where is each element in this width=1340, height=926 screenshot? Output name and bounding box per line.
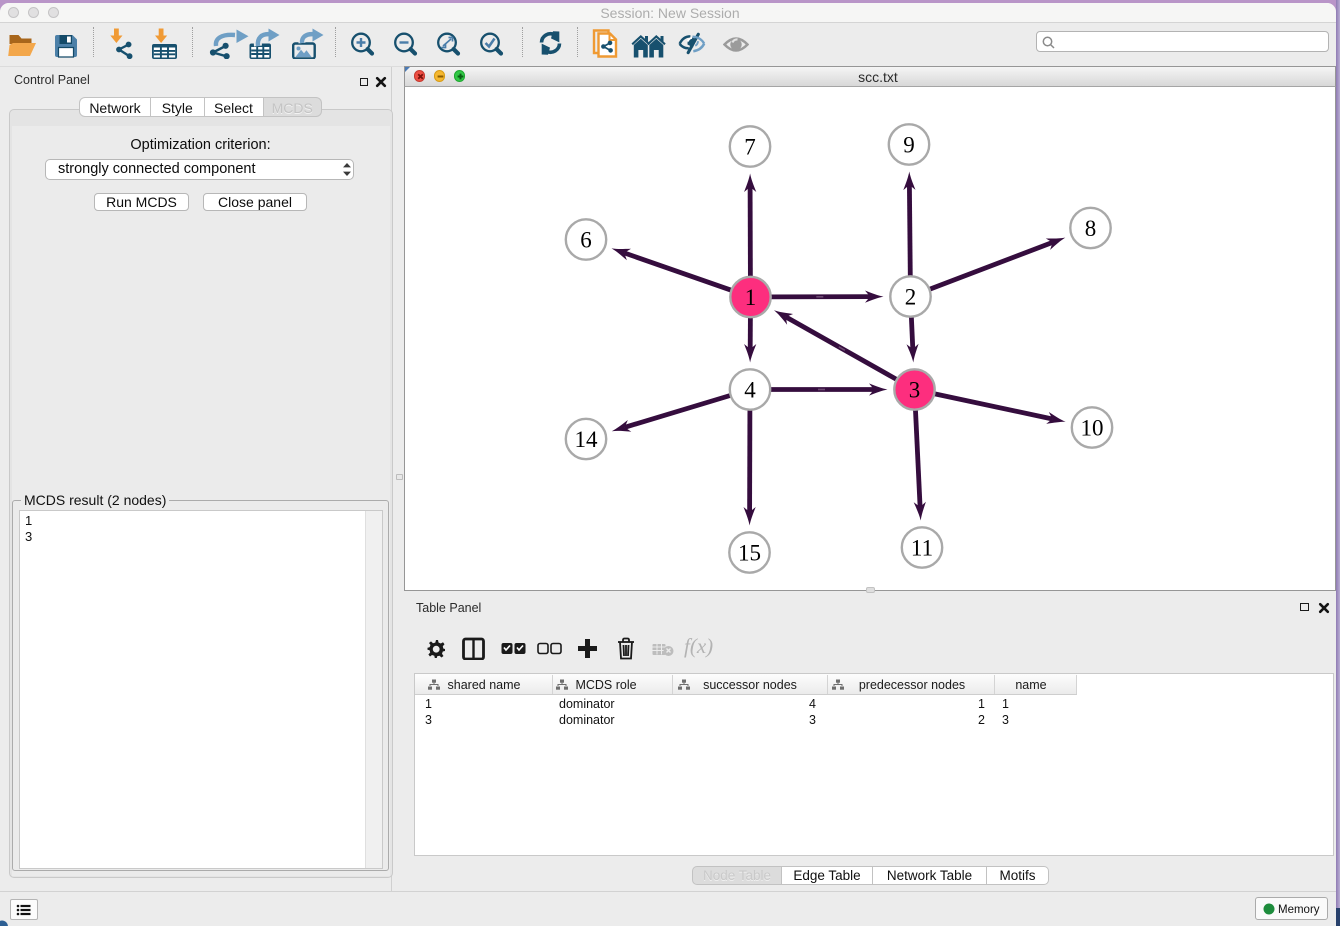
svg-text:10: 10 [1081, 416, 1104, 441]
svg-text:9: 9 [903, 133, 915, 158]
svg-text:6: 6 [580, 228, 592, 253]
svg-text:11: 11 [911, 536, 933, 561]
svg-text:15: 15 [738, 541, 761, 566]
svg-text:14: 14 [575, 427, 599, 452]
svg-text:Memory: Memory [1278, 904, 1320, 916]
svg-text:2: 2 [905, 285, 917, 310]
svg-text:1: 1 [745, 285, 757, 310]
svg-text:7: 7 [744, 135, 756, 160]
svg-text:3: 3 [909, 378, 921, 403]
svg-text:4: 4 [744, 378, 756, 403]
svg-text:8: 8 [1085, 216, 1097, 241]
